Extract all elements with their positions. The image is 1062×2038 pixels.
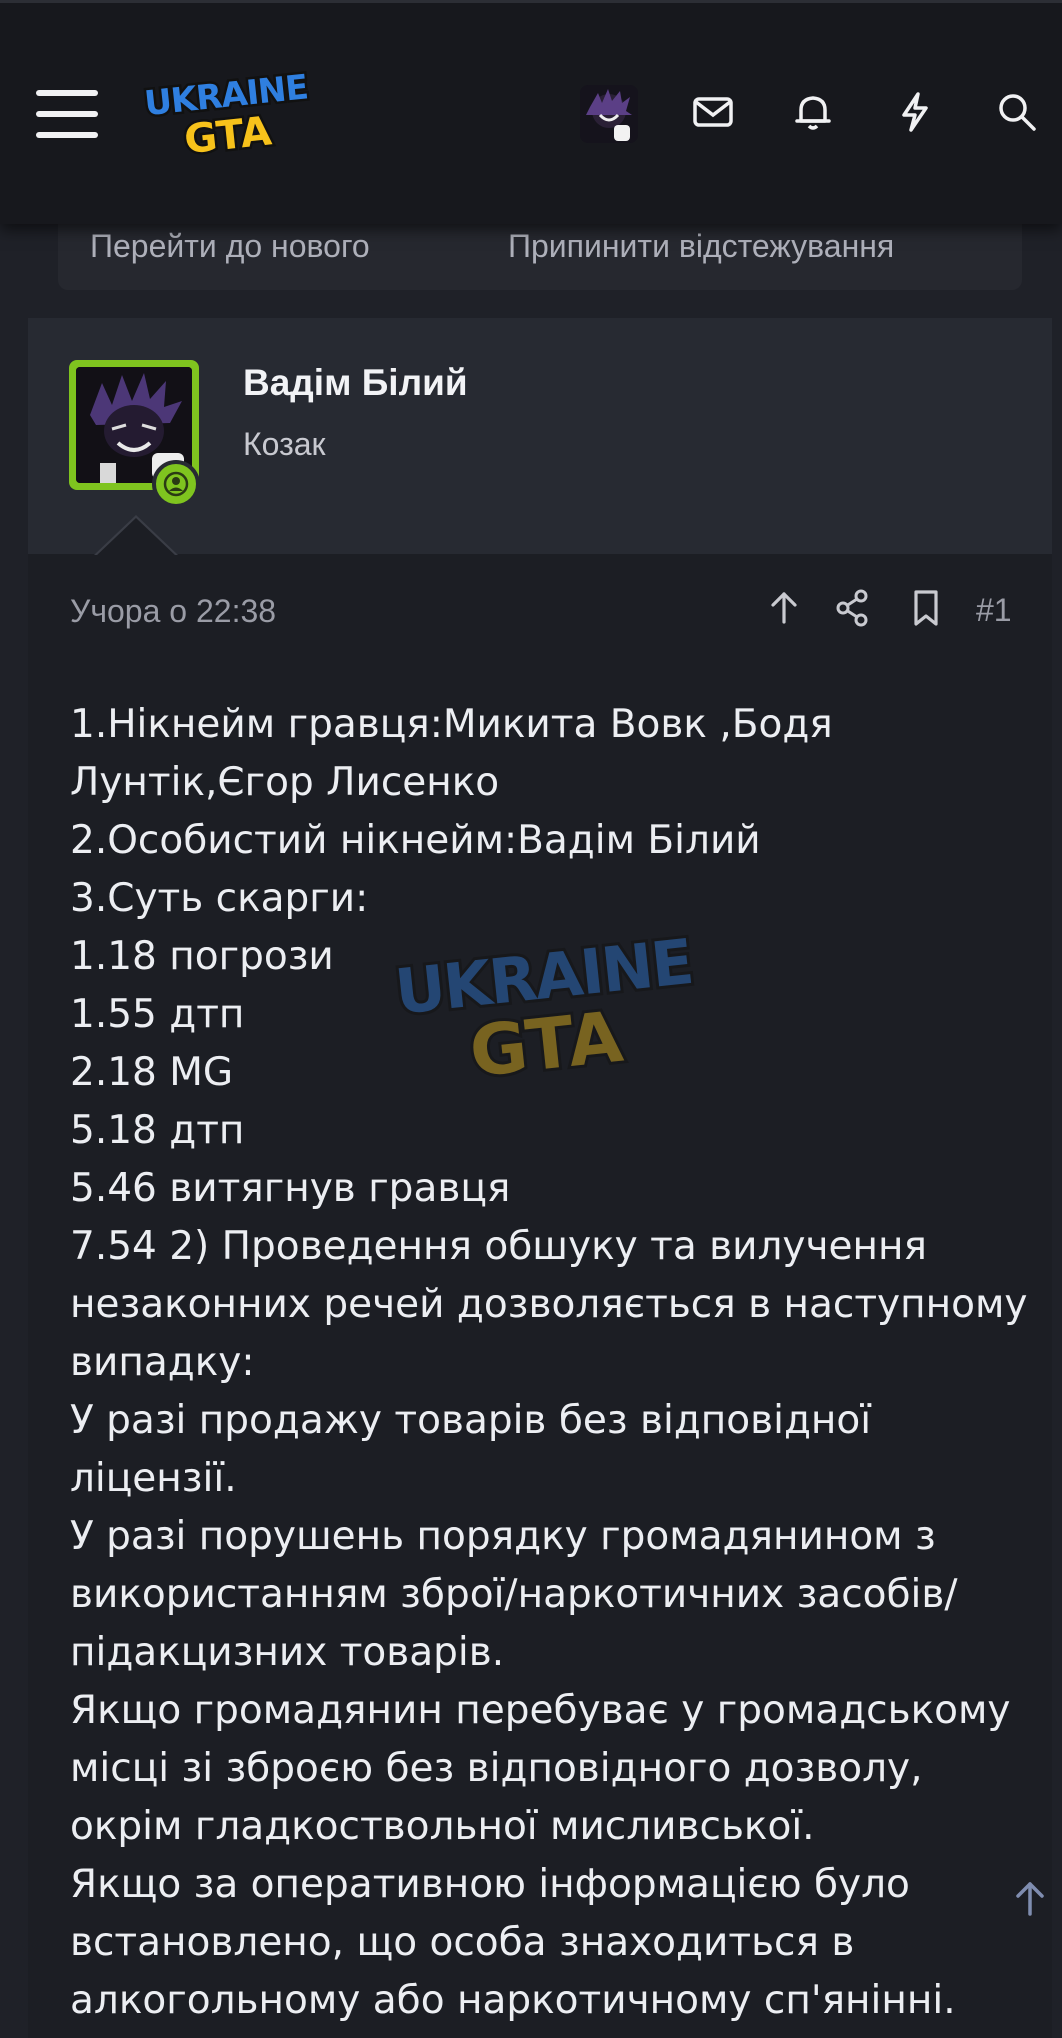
menu-icon[interactable]: [36, 90, 98, 138]
post-line: Якщо громадянин перебуває у громадському: [70, 1688, 1011, 1733]
site-logo[interactable]: UKRAINE GTA: [140, 65, 310, 163]
post-user-header: Вадім Білий Козак: [28, 318, 1052, 554]
go-to-new-button[interactable]: Перейти до нового: [90, 228, 370, 265]
post-line: встановлено, що особа знаходиться в: [70, 1920, 855, 1965]
share-icon[interactable]: [830, 586, 874, 630]
post-number-link[interactable]: #1: [976, 592, 1012, 629]
top-navigation-bar: UKRAINE GTA: [0, 0, 1062, 224]
post-date[interactable]: Учора о 22:38: [70, 593, 276, 630]
post-line: 7.54 2) Проведення обшуку та вилучення: [70, 1224, 927, 1269]
post-line: Якщо за оперативною інформацією було: [70, 1862, 910, 1907]
bell-icon[interactable]: [788, 87, 838, 137]
post-line: 3.Суть скарги:: [70, 876, 369, 921]
post-body: 1.Нікнейм гравця:Микита Вовк ,Бодя Лунті…: [70, 696, 1030, 2030]
post-line: випадку:: [70, 1340, 255, 1385]
post-line: 1.Нікнейм гравця:Микита Вовк ,Бодя: [70, 702, 833, 747]
post-line: окрім гладкоствольної мисливської.: [70, 1804, 815, 1849]
header-pointer-fill: [96, 518, 176, 556]
scroll-to-top-icon[interactable]: [1000, 1868, 1062, 1930]
post-line: 2.Особистий нікнейм:Вадім Білий: [70, 818, 761, 863]
thread-actions-bar: Перейти до нового Припинити відстежуванн…: [58, 214, 1022, 290]
bolt-icon[interactable]: [890, 87, 940, 137]
post-line: 1.55 дтп: [70, 992, 245, 1037]
svg-text:GTA: GTA: [182, 108, 274, 163]
bookmark-icon[interactable]: [904, 586, 948, 630]
post-line: 2.18 MG: [70, 1050, 234, 1095]
post-line: Лунтік,Єгор Лисенко: [70, 760, 500, 805]
user-avatar[interactable]: [580, 85, 638, 143]
author-name[interactable]: Вадім Білий: [243, 362, 468, 404]
mail-icon[interactable]: [688, 87, 738, 137]
post-message: Вадім Білий Козак Учора о 22:38 #1 UKRAI…: [28, 318, 1052, 2038]
arrow-up-icon[interactable]: [762, 586, 806, 630]
author-title: Козак: [243, 426, 326, 462]
post-line: незаконних речей дозволяється в наступно…: [70, 1282, 1028, 1327]
post-line: алкогольному або наркотичному сп'янінні.: [70, 1978, 956, 2023]
post-line: 5.18 дтп: [70, 1108, 245, 1153]
post-line: 1.18 погрози: [70, 934, 334, 979]
post-line: 5.46 витягнув гравця: [70, 1166, 511, 1211]
post-line: місці зі зброєю без відповідного дозволу…: [70, 1746, 923, 1791]
post-line: У разі продажу товарів без відповідної: [70, 1398, 872, 1443]
search-icon[interactable]: [992, 87, 1042, 137]
post-line: У разі порушень порядку громадянином з: [70, 1514, 936, 1559]
post-line: підакцизних товарів.: [70, 1630, 505, 1675]
post-line: використанням зброї/наркотичних засобів/: [70, 1572, 958, 1617]
online-status-icon: [152, 460, 200, 508]
unwatch-button[interactable]: Припинити відстежування: [508, 228, 894, 265]
post-line: ліцензії.: [70, 1456, 237, 1501]
